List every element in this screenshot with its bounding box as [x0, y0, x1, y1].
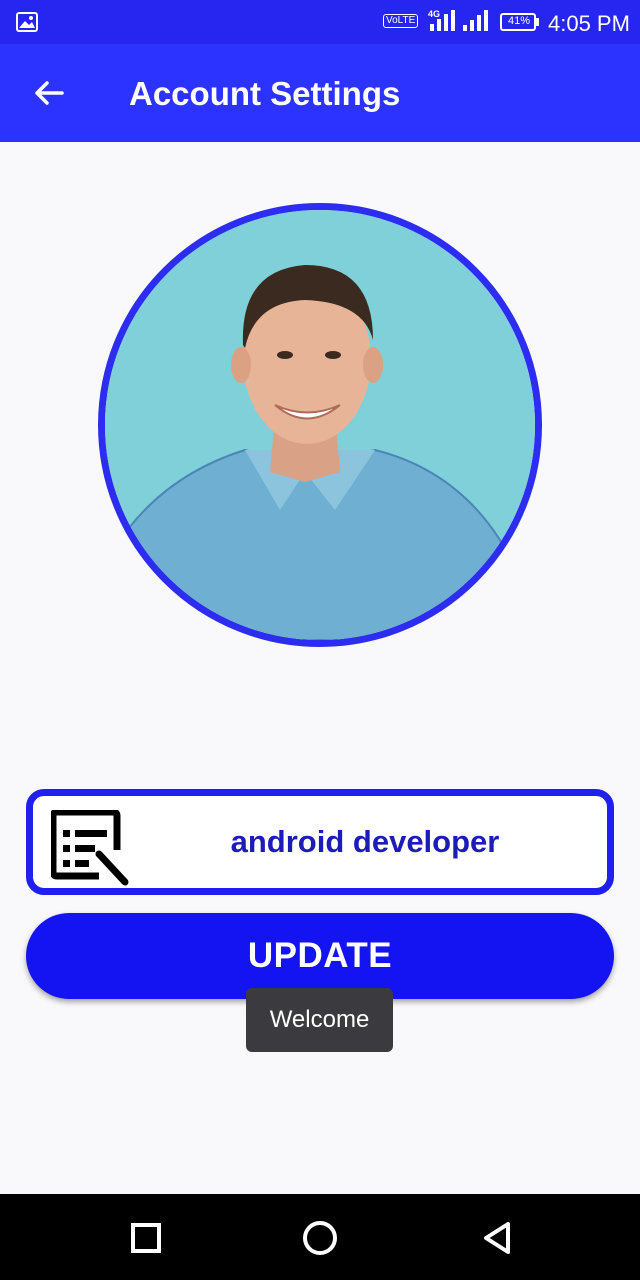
circle-icon[interactable] — [296, 1214, 344, 1262]
app-bar: Account Settings — [0, 44, 640, 142]
signal-icon — [430, 10, 455, 31]
gallery-icon — [16, 12, 38, 32]
welcome-toast: Welcome — [246, 988, 393, 1052]
profile-photo[interactable] — [98, 203, 542, 647]
battery-level: 41% — [507, 15, 531, 27]
status-bar: VoLTE 4G 41% 4:05 PM — [0, 0, 640, 44]
triangle-back-icon[interactable] — [474, 1214, 522, 1262]
signal-icon-2 — [463, 10, 488, 31]
profession-input[interactable] — [143, 816, 587, 868]
clock: 4:05 PM — [548, 11, 630, 36]
profile-image — [105, 210, 535, 640]
update-button[interactable]: UPDATE — [26, 913, 614, 999]
profession-field — [26, 789, 614, 895]
page-title: Account Settings — [129, 75, 401, 112]
volte-indicator: VoLTE — [383, 14, 419, 28]
square-icon[interactable] — [122, 1214, 170, 1262]
document-edit-icon — [51, 810, 129, 886]
nav-bar — [0, 1194, 640, 1280]
arrow-back-icon[interactable] — [26, 72, 72, 114]
